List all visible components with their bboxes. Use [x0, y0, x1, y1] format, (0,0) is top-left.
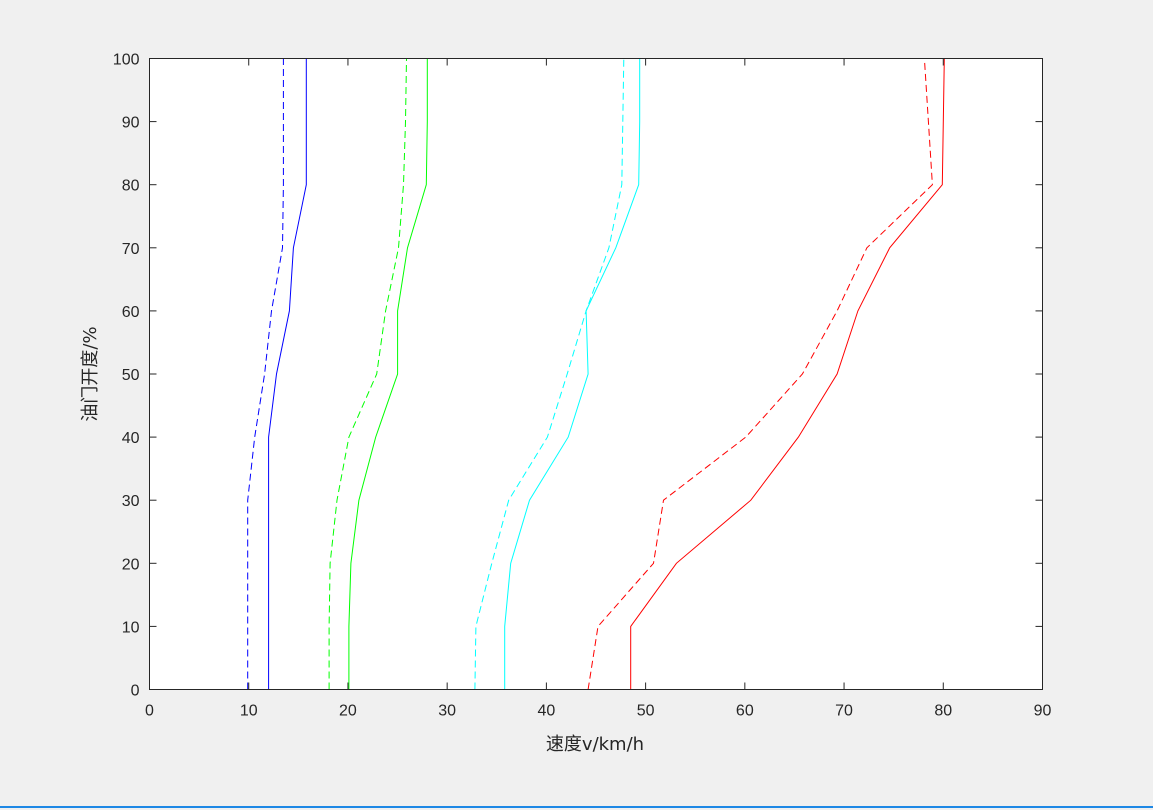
window-bottom-border [0, 806, 1153, 808]
x-tick-label: 10 [240, 703, 258, 720]
x-tick-label: 70 [835, 703, 853, 720]
y-tick-label: 0 [131, 683, 140, 700]
x-tick-label: 0 [145, 703, 154, 720]
y-tick-label: 20 [122, 556, 140, 573]
y-tick-label: 100 [113, 52, 140, 69]
y-tick-label: 70 [122, 241, 140, 258]
y-tick-label: 30 [122, 493, 140, 510]
x-tick-label: 60 [736, 703, 754, 720]
x-tick-label: 40 [537, 703, 555, 720]
x-tick-label: 50 [637, 703, 655, 720]
x-tick-label: 30 [438, 703, 456, 720]
chart: 0 10 20 30 40 50 60 70 80 90 0 10 20 30 40 50 60 70 80 90 10… [80, 52, 1052, 756]
y-axis-label: 油门开度/% [80, 326, 101, 421]
y-tick-label: 60 [122, 304, 140, 321]
y-tick-label: 80 [122, 178, 140, 195]
y-tick-label: 10 [122, 619, 140, 636]
y-tick-label: 90 [122, 115, 140, 132]
x-axis-label: 速度v/km/h [546, 734, 644, 755]
y-tick-label: 50 [122, 367, 140, 384]
x-tick-label: 90 [1034, 703, 1052, 720]
x-tick-label: 80 [934, 703, 952, 720]
x-tick-label: 20 [339, 703, 357, 720]
y-tick-label: 40 [122, 430, 140, 447]
